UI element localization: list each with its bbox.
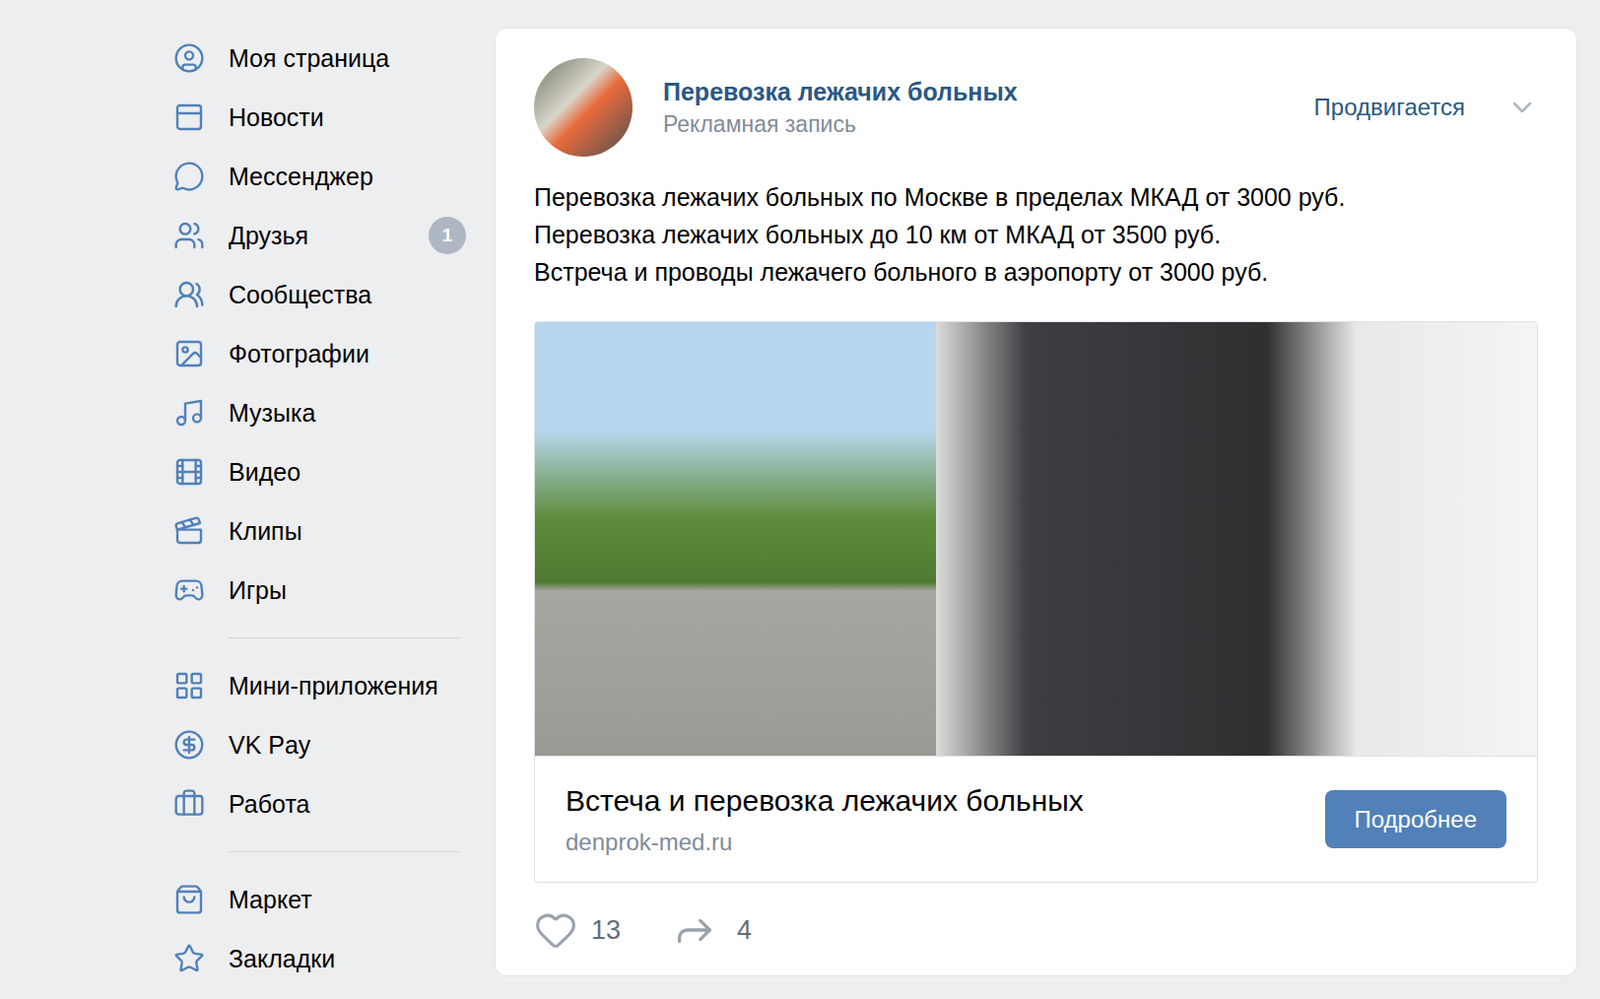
sidebar-item[interactable]: Мини-приложения [173,656,467,716]
link-footer: Встеча и перевозка лежачих больных denpro… [534,755,1537,882]
communities-icon [173,278,205,311]
vk-pay-icon [173,729,205,761]
post-text-line: Перевозка лежачих больных до 10 км от МК… [533,215,1538,254]
post-actions: 13 4 [533,906,1538,954]
friends-icon [173,219,205,252]
sidebar-divider [228,637,462,639]
sidebar-label: Закладки [228,943,335,974]
music-icon [173,397,205,429]
photos-icon [173,337,205,370]
sidebar-label: Видео [228,457,301,487]
share-button[interactable]: 4 [671,907,752,953]
sidebar-item[interactable]: Фотографии [173,324,467,384]
work-icon [173,788,205,820]
bookmarks-icon [173,942,205,975]
author-name[interactable]: Перевозка лежачих больных [663,76,1018,107]
video-icon [173,456,205,488]
sidebar-item[interactable]: Маркет [173,869,467,930]
sidebar-label: Музыка [228,398,316,428]
link-attachment[interactable]: Встеча и перевозка лежачих больных denpro… [533,321,1538,883]
share-arrow-icon [671,907,718,953]
more-button[interactable]: Подробнее [1325,790,1507,849]
sidebar-item[interactable]: Сообщества [173,265,467,325]
vk-page: Моя страница Новости Мессенджер Друзья 1 Сооб… [0,0,1600,999]
sidebar-label: Мини-приложения [228,670,439,701]
games-icon [173,574,205,606]
post-subtitle: Рекламная запись [663,110,1018,138]
ad-photo[interactable] [534,322,1537,756]
sidebar-label: Моя страница [228,43,390,73]
sidebar-badge: 1 [428,216,467,255]
author-info: Перевозка лежачих больных Рекламная запис… [663,76,1018,138]
news-icon [173,101,205,134]
promotion-status[interactable]: Продвигается [1314,89,1466,126]
sidebar-item[interactable]: Работа [173,774,467,834]
link-title[interactable]: Встеча и перевозка лежачих больных [565,782,1084,820]
share-count: 4 [736,910,752,951]
sidebar-label: Новости [228,102,325,133]
clips-icon [173,515,205,547]
mini-apps-icon [173,669,205,702]
sidebar-item[interactable]: VK Pay [173,715,467,775]
like-count: 13 [591,910,621,951]
post-text-line: Перевозка лежачих больных по Москве в пр… [533,178,1538,216]
sidebar-group: Моя страница Новости Мессенджер Друзья 1 Сооб… [173,28,467,620]
post-header: Перевозка лежачих больных Рекламная запис… [533,58,1538,157]
heart-icon [533,908,578,952]
sidebar-label: Работа [228,789,311,819]
sidebar-label: Игры [228,575,287,605]
market-icon [173,883,205,916]
post-text: Перевозка лежачих больных по Москве в пр… [533,178,1538,291]
sidebar: Моя страница Новости Мессенджер Друзья 1 Сооб… [173,28,469,989]
post-text-line: Встреча и проводы лежачего больного в аэ… [533,253,1538,291]
sidebar-label: Друзья [228,220,309,251]
sidebar-label: Мессенджер [228,161,374,192]
sidebar-item[interactable]: Друзья 1 [173,205,467,266]
sidebar-item[interactable]: Мессенджер [173,146,467,206]
sidebar-label: VK Pay [228,730,311,760]
sidebar-item[interactable]: Новости [173,87,467,147]
sidebar-label: Маркет [228,884,313,915]
sidebar-group: Маркет Закладки [173,833,467,989]
link-domain: denprok-med.ru [565,827,1084,858]
sidebar-item[interactable]: Клипы [173,501,467,561]
sidebar-label: Клипы [228,516,303,546]
sidebar-divider [228,851,462,853]
sidebar-item[interactable]: Видео [173,442,467,502]
sidebar-label: Сообщества [228,279,372,310]
sidebar-label: Фотографии [228,338,370,369]
messenger-icon [173,160,205,193]
profile-icon [173,42,205,74]
chevron-down-icon[interactable] [1506,91,1538,124]
like-button[interactable]: 13 [533,908,621,952]
sidebar-item[interactable]: Закладки [173,929,467,989]
sidebar-item[interactable]: Моя страница [173,28,467,88]
author-avatar[interactable] [533,58,633,157]
ad-post-card: Перевозка лежачих больных Рекламная запис… [494,27,1578,977]
link-info: Встеча и перевозка лежачих больных denpro… [565,782,1084,858]
sidebar-item[interactable]: Музыка [173,383,467,443]
sidebar-group: Мини-приложения VK Pay Работа [173,619,467,834]
sidebar-item[interactable]: Игры [173,560,467,620]
